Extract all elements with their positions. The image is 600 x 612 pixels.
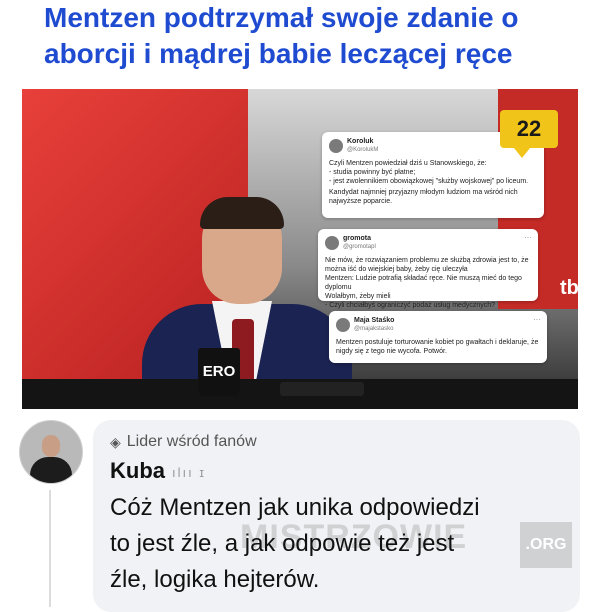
tweet-author-handle: @gromotapl xyxy=(343,244,376,250)
comment-text: Cóż Mentzen jak unika odpowiedzi to jest… xyxy=(110,494,480,593)
headline: Mentzen podtrzymał swoje zdanie o aborcj… xyxy=(44,2,519,69)
tweet-text: Kandydat najmniej przyjazny młodym ludzi… xyxy=(329,189,518,205)
tweet-author-name: Maja Staśko xyxy=(354,317,395,324)
tweet-card: ··· gromota @gromotapl Nie mów, że rozwi… xyxy=(318,229,538,309)
avatar[interactable] xyxy=(19,420,83,484)
diamond-icon: ◈ xyxy=(110,433,121,450)
comment-count-badge[interactable]: 22 xyxy=(500,110,558,158)
tweet-avatar xyxy=(329,139,343,153)
mug: ERO xyxy=(198,348,240,396)
avatar-body xyxy=(30,457,72,483)
person-hair xyxy=(200,197,284,229)
tweet-author-name: Koroluk xyxy=(347,138,374,145)
thread-line xyxy=(49,490,51,607)
fan-badge: ◈ Lider wśród fanów xyxy=(110,433,257,451)
tweet-avatar xyxy=(325,236,339,250)
tweet-card: ··· Maja Staśko @majakstasko Mentzen pos… xyxy=(329,311,547,363)
tweet-text: Nie mów, że rozwiązaniem problemu ze słu… xyxy=(325,257,529,309)
avatar-face xyxy=(42,435,60,457)
tweet-text: Czyli Mentzen powiedział dziś u Stanowsk… xyxy=(329,160,529,185)
tweet-author-handle: @KorolukM xyxy=(347,147,379,153)
tweet-author-name: gromota xyxy=(343,235,371,242)
tweet-avatar xyxy=(336,318,350,332)
comment-author-extra: ılıı ɪ xyxy=(172,465,206,480)
tweet-author-handle: @majakstasko xyxy=(354,326,394,332)
phone-on-desk xyxy=(280,382,364,396)
more-icon: ··· xyxy=(524,233,532,242)
fan-badge-label: Lider wśród fanów xyxy=(126,433,257,450)
more-icon: ··· xyxy=(533,315,541,324)
tv-logo: tb xyxy=(560,277,578,299)
comment-author[interactable]: Kuba xyxy=(110,458,165,484)
tweet-text: Mentzen postuluje torturowanie kobiet po… xyxy=(336,339,539,355)
